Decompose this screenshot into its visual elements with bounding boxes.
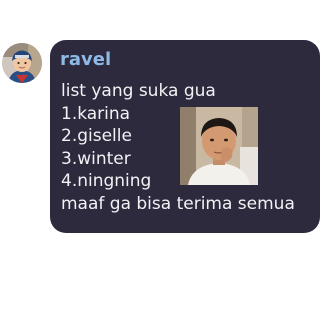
message-line: 1.karina: [61, 103, 131, 124]
attached-photo[interactable]: [180, 107, 258, 185]
message-text: list yang suka gua 1.karina 2.giselle 3.…: [61, 80, 295, 216]
chat-screen: ravel list yang suka gua 1.karina 2.gise…: [0, 0, 320, 320]
message-username[interactable]: ravel: [60, 49, 111, 71]
photo-image: [180, 107, 258, 185]
message-line: 3.winter: [61, 148, 131, 169]
message-line: 2.giselle: [61, 126, 132, 147]
message-line: list yang suka gua: [61, 81, 216, 101]
user-avatar[interactable]: [2, 43, 42, 83]
avatar-image: [2, 43, 42, 83]
message-bubble: ravel list yang suka gua 1.karina 2.gise…: [50, 40, 320, 233]
message-line: 4.ningning: [61, 171, 152, 192]
message-line: maaf ga bisa terima semua: [61, 193, 295, 214]
